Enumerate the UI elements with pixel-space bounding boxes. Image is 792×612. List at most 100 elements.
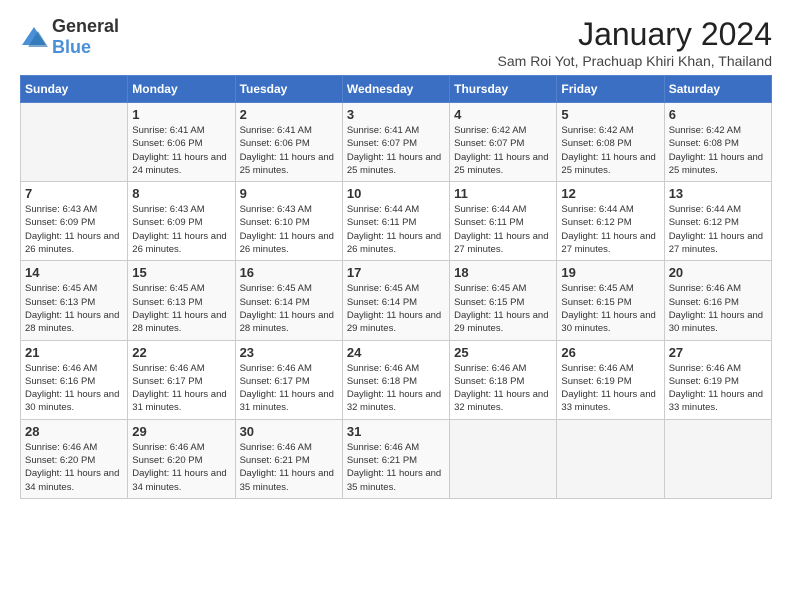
calendar-cell: 9 Sunrise: 6:43 AMSunset: 6:10 PMDaylight… [235, 182, 342, 261]
calendar-cell: 14Sunrise: 6:45 AMSunset: 6:13 PMDayligh… [21, 261, 128, 340]
day-number: 17 [347, 265, 445, 280]
logo-text: General Blue [52, 16, 119, 58]
calendar-cell: 13 Sunrise: 6:44 AMSunset: 6:12 PMDayligh… [664, 182, 771, 261]
cell-info: Sunrise: 6:43 AMSunset: 6:09 PMDaylight:… [132, 203, 230, 256]
calendar-cell: 1 Sunrise: 6:41 AMSunset: 6:06 PMDaylight… [128, 103, 235, 182]
weekday-header-saturday: Saturday [664, 76, 771, 103]
cell-info: Sunrise: 6:45 AMSunset: 6:15 PMDaylight:… [561, 282, 659, 335]
calendar-cell: 30Sunrise: 6:46 AMSunset: 6:21 PMDayligh… [235, 419, 342, 498]
day-number: 5 [561, 107, 659, 122]
header: General Blue January 2024 Sam Roi Yot, P… [20, 16, 772, 69]
day-number: 31 [347, 424, 445, 439]
month-title: January 2024 [498, 16, 772, 53]
cell-info: Sunrise: 6:44 AMSunset: 6:12 PMDaylight:… [669, 203, 767, 256]
day-number: 28 [25, 424, 123, 439]
calendar-cell [21, 103, 128, 182]
calendar-cell: 11 Sunrise: 6:44 AMSunset: 6:11 PMDayligh… [450, 182, 557, 261]
cell-info: Sunrise: 6:46 AMSunset: 6:17 PMDaylight:… [132, 362, 230, 415]
cell-info: Sunrise: 6:42 AMSunset: 6:08 PMDaylight:… [669, 124, 767, 177]
cell-info: Sunrise: 6:46 AMSunset: 6:16 PMDaylight:… [25, 362, 123, 415]
cell-info: Sunrise: 6:42 AMSunset: 6:07 PMDaylight:… [454, 124, 552, 177]
calendar-cell: 6 Sunrise: 6:42 AMSunset: 6:08 PMDaylight… [664, 103, 771, 182]
calendar-cell: 20 Sunrise: 6:46 AMSunset: 6:16 PMDayligh… [664, 261, 771, 340]
cell-info: Sunrise: 6:45 AMSunset: 6:14 PMDaylight:… [240, 282, 338, 335]
cell-info: Sunrise: 6:43 AMSunset: 6:09 PMDaylight:… [25, 203, 123, 256]
week-row-4: 21 Sunrise: 6:46 AMSunset: 6:16 PMDayligh… [21, 340, 772, 419]
day-number: 6 [669, 107, 767, 122]
day-number: 21 [25, 345, 123, 360]
cell-info: Sunrise: 6:46 AMSunset: 6:16 PMDaylight:… [669, 282, 767, 335]
calendar-cell: 15Sunrise: 6:45 AMSunset: 6:13 PMDayligh… [128, 261, 235, 340]
cell-info: Sunrise: 6:46 AMSunset: 6:20 PMDaylight:… [25, 441, 123, 494]
cell-info: Sunrise: 6:45 AMSunset: 6:15 PMDaylight:… [454, 282, 552, 335]
calendar-cell: 18Sunrise: 6:45 AMSunset: 6:15 PMDayligh… [450, 261, 557, 340]
day-number: 3 [347, 107, 445, 122]
calendar-cell [557, 419, 664, 498]
cell-info: Sunrise: 6:44 AMSunset: 6:11 PMDaylight:… [454, 203, 552, 256]
weekday-header-wednesday: Wednesday [342, 76, 449, 103]
cell-info: Sunrise: 6:46 AMSunset: 6:18 PMDaylight:… [347, 362, 445, 415]
cell-info: Sunrise: 6:43 AMSunset: 6:10 PMDaylight:… [240, 203, 338, 256]
calendar-cell: 27 Sunrise: 6:46 AMSunset: 6:19 PMDayligh… [664, 340, 771, 419]
logo-blue: Blue [52, 37, 91, 57]
day-number: 11 [454, 186, 552, 201]
weekday-header-tuesday: Tuesday [235, 76, 342, 103]
location-subtitle: Sam Roi Yot, Prachuap Khiri Khan, Thaila… [498, 53, 772, 69]
weekday-header-row: SundayMondayTuesdayWednesdayThursdayFrid… [21, 76, 772, 103]
cell-info: Sunrise: 6:46 AMSunset: 6:17 PMDaylight:… [240, 362, 338, 415]
day-number: 9 [240, 186, 338, 201]
day-number: 25 [454, 345, 552, 360]
weekday-header-sunday: Sunday [21, 76, 128, 103]
day-number: 2 [240, 107, 338, 122]
cell-info: Sunrise: 6:46 AMSunset: 6:19 PMDaylight:… [669, 362, 767, 415]
day-number: 15 [132, 265, 230, 280]
calendar-cell: 31 Sunrise: 6:46 AMSunset: 6:21 PMDayligh… [342, 419, 449, 498]
week-row-5: 28 Sunrise: 6:46 AMSunset: 6:20 PMDayligh… [21, 419, 772, 498]
calendar-cell: 22Sunrise: 6:46 AMSunset: 6:17 PMDayligh… [128, 340, 235, 419]
weekday-header-monday: Monday [128, 76, 235, 103]
day-number: 20 [669, 265, 767, 280]
day-number: 29 [132, 424, 230, 439]
weekday-header-thursday: Thursday [450, 76, 557, 103]
day-number: 26 [561, 345, 659, 360]
title-area: January 2024 Sam Roi Yot, Prachuap Khiri… [498, 16, 772, 69]
calendar-cell [664, 419, 771, 498]
cell-info: Sunrise: 6:41 AMSunset: 6:06 PMDaylight:… [240, 124, 338, 177]
calendar-cell: 8Sunrise: 6:43 AMSunset: 6:09 PMDaylight… [128, 182, 235, 261]
day-number: 27 [669, 345, 767, 360]
cell-info: Sunrise: 6:46 AMSunset: 6:18 PMDaylight:… [454, 362, 552, 415]
cell-info: Sunrise: 6:44 AMSunset: 6:11 PMDaylight:… [347, 203, 445, 256]
calendar-cell: 28 Sunrise: 6:46 AMSunset: 6:20 PMDayligh… [21, 419, 128, 498]
day-number: 19 [561, 265, 659, 280]
logo-icon [20, 25, 48, 49]
cell-info: Sunrise: 6:46 AMSunset: 6:21 PMDaylight:… [240, 441, 338, 494]
day-number: 24 [347, 345, 445, 360]
calendar-cell: 23 Sunrise: 6:46 AMSunset: 6:17 PMDayligh… [235, 340, 342, 419]
calendar-cell: 10Sunrise: 6:44 AMSunset: 6:11 PMDayligh… [342, 182, 449, 261]
calendar-cell: 16 Sunrise: 6:45 AMSunset: 6:14 PMDayligh… [235, 261, 342, 340]
calendar-cell: 2 Sunrise: 6:41 AMSunset: 6:06 PMDaylight… [235, 103, 342, 182]
calendar-cell: 12Sunrise: 6:44 AMSunset: 6:12 PMDayligh… [557, 182, 664, 261]
calendar-table: SundayMondayTuesdayWednesdayThursdayFrid… [20, 75, 772, 499]
day-number: 16 [240, 265, 338, 280]
cell-info: Sunrise: 6:46 AMSunset: 6:20 PMDaylight:… [132, 441, 230, 494]
calendar-cell: 17 Sunrise: 6:45 AMSunset: 6:14 PMDayligh… [342, 261, 449, 340]
cell-info: Sunrise: 6:41 AMSunset: 6:06 PMDaylight:… [132, 124, 230, 177]
calendar-cell: 24 Sunrise: 6:46 AMSunset: 6:18 PMDayligh… [342, 340, 449, 419]
logo-general: General [52, 16, 119, 36]
cell-info: Sunrise: 6:42 AMSunset: 6:08 PMDaylight:… [561, 124, 659, 177]
week-row-2: 7Sunrise: 6:43 AMSunset: 6:09 PMDaylight… [21, 182, 772, 261]
week-row-1: 1 Sunrise: 6:41 AMSunset: 6:06 PMDaylight… [21, 103, 772, 182]
calendar-cell: 3Sunrise: 6:41 AMSunset: 6:07 PMDaylight… [342, 103, 449, 182]
day-number: 4 [454, 107, 552, 122]
cell-info: Sunrise: 6:45 AMSunset: 6:14 PMDaylight:… [347, 282, 445, 335]
week-row-3: 14Sunrise: 6:45 AMSunset: 6:13 PMDayligh… [21, 261, 772, 340]
cell-info: Sunrise: 6:46 AMSunset: 6:21 PMDaylight:… [347, 441, 445, 494]
calendar-cell: 4 Sunrise: 6:42 AMSunset: 6:07 PMDaylight… [450, 103, 557, 182]
calendar-cell: 7Sunrise: 6:43 AMSunset: 6:09 PMDaylight… [21, 182, 128, 261]
day-number: 1 [132, 107, 230, 122]
calendar-cell: 25 Sunrise: 6:46 AMSunset: 6:18 PMDayligh… [450, 340, 557, 419]
day-number: 13 [669, 186, 767, 201]
day-number: 23 [240, 345, 338, 360]
weekday-header-friday: Friday [557, 76, 664, 103]
